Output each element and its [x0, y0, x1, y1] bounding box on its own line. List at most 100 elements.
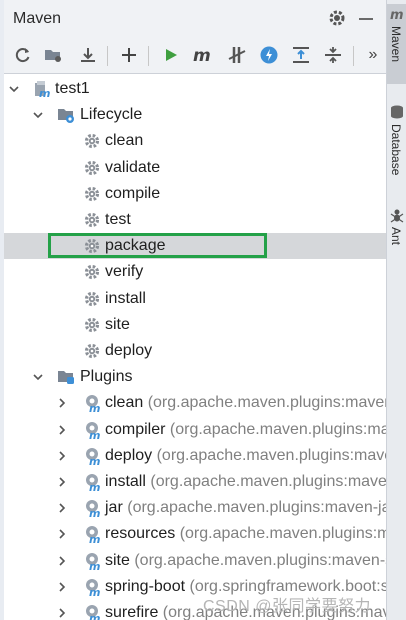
- plugin-site[interactable]: m site (org.apache.maven.plugins:maven-si…: [4, 548, 386, 574]
- gear-icon: [83, 263, 101, 281]
- plugin-name: deploy: [105, 446, 157, 464]
- chevron-right-icon[interactable]: [56, 527, 68, 539]
- side-tab-label: Database: [389, 124, 403, 176]
- lifecycle-goal-validate[interactable]: validate: [4, 155, 386, 181]
- maven-toolbar: m »: [4, 38, 386, 74]
- plugin-icon: m: [83, 394, 101, 415]
- side-tab-label: Maven: [389, 26, 403, 63]
- toolbar-separator: [148, 46, 149, 66]
- plugin-icon: m: [83, 525, 101, 546]
- chevron-right-icon[interactable]: [56, 580, 68, 592]
- plugin-icon: m: [83, 552, 101, 573]
- chevron-right-icon[interactable]: [56, 606, 68, 618]
- plugin-icon: m: [83, 473, 101, 494]
- side-tab-label: Ant: [389, 227, 403, 246]
- side-tab-ant[interactable]: Ant: [387, 205, 406, 257]
- gear-icon: [83, 290, 101, 308]
- chevron-right-icon[interactable]: [56, 396, 68, 408]
- plugin-label: compiler (org.apache.maven.plugins:maven…: [105, 421, 386, 439]
- gear-icon[interactable]: [328, 9, 346, 27]
- chevron-down-icon[interactable]: [32, 370, 44, 382]
- chevron-right-icon[interactable]: [56, 501, 68, 513]
- expand-vertical-icon[interactable]: [322, 44, 344, 66]
- plugin-resources[interactable]: m resources (org.apache.maven.plugins:mav…: [4, 521, 386, 547]
- svg-text:m: m: [89, 560, 100, 570]
- gear-icon: [83, 316, 101, 334]
- goal-label: verify: [105, 263, 144, 281]
- project-label: test1: [55, 80, 90, 97]
- run-icon[interactable]: [160, 44, 182, 66]
- plugin-icon: m: [83, 421, 101, 442]
- maven-goal-icon[interactable]: m: [192, 44, 214, 66]
- minimize-icon[interactable]: [359, 18, 373, 20]
- offline-icon[interactable]: [258, 44, 280, 66]
- toolbar-separator: [107, 46, 108, 66]
- plugin-coordinates: (org.apache.maven.plugins:maven-site-plu…: [134, 551, 386, 569]
- plugin-label: install (org.apache.maven.plugins:maven-…: [105, 473, 386, 491]
- lifecycle-goal-install[interactable]: install: [4, 286, 386, 312]
- plugin-icon: m: [83, 499, 101, 520]
- lifecycle-goal-clean[interactable]: clean: [4, 128, 386, 154]
- plugin-name: compiler: [105, 420, 170, 438]
- svg-text:m: m: [89, 533, 100, 543]
- plugin-name: spring-boot: [105, 577, 190, 595]
- plugin-coordinates: (org.apache.maven.plugins:maven-install-…: [150, 473, 386, 490]
- svg-text:m: m: [89, 429, 100, 439]
- skip-tests-icon[interactable]: [226, 44, 248, 66]
- reload-icon[interactable]: [12, 44, 34, 66]
- plugin-jar[interactable]: mjar (org.apache.maven.plugins:maven-jar…: [4, 495, 386, 521]
- chevron-right-icon[interactable]: [56, 423, 68, 435]
- lifecycle-goal-test[interactable]: test: [4, 207, 386, 233]
- plugin-coordinates: (org.apache.maven.plugins:maven-jar-plug…: [127, 499, 386, 517]
- download-icon[interactable]: [77, 44, 99, 66]
- chevron-down-icon[interactable]: [8, 82, 20, 94]
- svg-text:m: m: [390, 8, 404, 23]
- gear-icon: [83, 159, 101, 177]
- plugin-label: resources (org.apache.maven.plugins:mave…: [105, 525, 386, 543]
- lifecycle-label: Lifecycle: [80, 106, 143, 124]
- goal-label: install: [105, 289, 146, 307]
- collapse-vertical-icon[interactable]: [290, 44, 312, 66]
- goal-label: clean: [105, 132, 144, 150]
- lifecycle-goal-verify[interactable]: verify: [4, 259, 386, 285]
- plugin-icon: m: [83, 604, 101, 620]
- tool-window-header: Maven: [4, 0, 386, 39]
- gear-icon: [83, 211, 101, 229]
- plugin-name: surefire: [105, 604, 163, 620]
- plugin-clean[interactable]: mclean (org.apache.maven.plugins:maven-c…: [4, 390, 386, 416]
- more-icon[interactable]: »: [362, 44, 384, 66]
- chevron-right-icon[interactable]: [56, 475, 68, 487]
- gear-icon: [83, 185, 101, 203]
- svg-text:m: m: [89, 481, 100, 491]
- plugin-coordinates: (org.apache.maven.plugins:maven-deploy-p…: [156, 446, 386, 464]
- add-icon[interactable]: [118, 44, 140, 66]
- plugin-install[interactable]: m install (org.apache.maven.plugins:maven…: [4, 469, 386, 495]
- maven-tool-window: Maven m » m test1 Lifecycle clean valida…: [4, 0, 386, 620]
- svg-text:m: m: [89, 612, 100, 620]
- side-tab-maven[interactable]: m Maven: [387, 4, 406, 84]
- plugin-compiler[interactable]: m compiler (org.apache.maven.plugins:mave…: [4, 417, 386, 443]
- plugin-label: deploy (org.apache.maven.plugins:maven-d…: [105, 447, 386, 465]
- chevron-right-icon[interactable]: [56, 554, 68, 566]
- svg-text:m: m: [39, 87, 50, 98]
- plugin-label: jar (org.apache.maven.plugins:maven-jar-…: [105, 499, 386, 517]
- lifecycle-goal-site[interactable]: site: [4, 312, 386, 338]
- lifecycle-goal-deploy[interactable]: deploy: [4, 338, 386, 364]
- plugins-folder-icon: [57, 368, 75, 386]
- lifecycle-goal-compile[interactable]: compile: [4, 181, 386, 207]
- tree-row-project[interactable]: m test1: [4, 76, 386, 102]
- goal-label: compile: [105, 184, 161, 202]
- plugin-coordinates: (org.apache.maven.plugins:maven-resource…: [179, 525, 386, 543]
- chevron-down-icon[interactable]: [32, 108, 44, 120]
- plugin-label: site (org.apache.maven.plugins:maven-sit…: [105, 552, 386, 570]
- tree-row-lifecycle[interactable]: Lifecycle: [4, 102, 386, 128]
- plugin-icon: m: [83, 447, 101, 468]
- tree-row-plugins[interactable]: Plugins: [4, 364, 386, 390]
- plugin-deploy[interactable]: mdeploy (org.apache.maven.plugins:maven-…: [4, 443, 386, 469]
- right-tool-strip: m Maven Database Ant: [386, 0, 406, 620]
- chevron-right-icon[interactable]: [56, 449, 68, 461]
- plugin-icon: m: [83, 578, 101, 599]
- plugin-name: jar: [105, 499, 128, 517]
- side-tab-database[interactable]: Database: [387, 102, 406, 192]
- folder-add-icon[interactable]: [42, 44, 64, 66]
